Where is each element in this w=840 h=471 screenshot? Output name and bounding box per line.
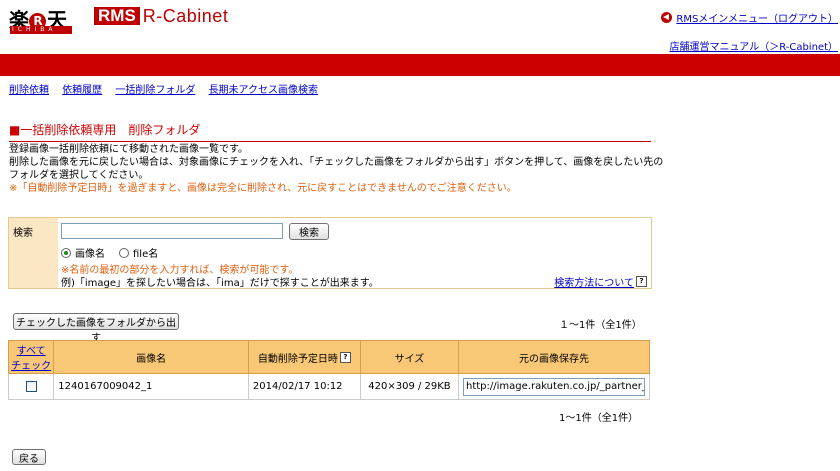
check-all-header[interactable]: すべて チェック bbox=[7, 340, 55, 374]
search-example: 例)「image」を探したい場合は、「ima」だけで探すことが出来ます。 bbox=[61, 278, 379, 289]
origin-url-field[interactable]: http://image.rakuten.co.jp/_partner_3 bbox=[463, 377, 645, 396]
radio-file-name[interactable] bbox=[119, 247, 129, 258]
desc-line-3: フォルダを選択してください。 bbox=[9, 170, 149, 181]
table-row: 1240167009042_1 2014/02/17 10:12 420×309… bbox=[7, 373, 650, 400]
col-image-name: 画像名 bbox=[53, 340, 249, 374]
nav-delete-request[interactable]: 削除依頼 bbox=[9, 85, 49, 96]
cell-size: 420×309 / 29KB bbox=[359, 373, 460, 400]
cell-auto-delete-date: 2014/02/17 10:12 bbox=[247, 373, 361, 400]
rms-rcabinet-logo: RMS R-Cabinet bbox=[94, 5, 229, 26]
row-checkbox[interactable] bbox=[25, 380, 37, 392]
move-out-button[interactable]: チェックした画像をフォルダから出す bbox=[13, 313, 179, 344]
page-title: ■一括削除依頼専用 削除フォルダ bbox=[9, 121, 651, 142]
nav-request-history[interactable]: 依頼履歴 bbox=[62, 85, 102, 96]
search-howto-link[interactable]: 検索方法について bbox=[554, 274, 634, 289]
result-count-top: １～1件（全1件） bbox=[559, 320, 642, 331]
col-auto-delete-date: 自動削除予定日時? bbox=[247, 340, 361, 374]
search-panel: 検索 検索 画像名 file名 ※名前の最初の部分を入力すれば、検索が可能です。… bbox=[8, 217, 652, 289]
col-origin-folder: 元の画像保存先 bbox=[458, 340, 650, 374]
header-links: RMSメインメニュー（ログアウト） 店舗運営マニュアル（＞R-Cabinet） bbox=[661, 10, 838, 53]
col-size: サイズ bbox=[359, 340, 460, 374]
desc-line-1: 登録画像一括削除依頼にて移動された画像一覧です。 bbox=[9, 144, 248, 155]
manual-link[interactable]: 店舗運営マニュアル（＞R-Cabinet） bbox=[670, 42, 839, 53]
radio-file-name-label: file名 bbox=[133, 249, 159, 260]
nav-unaccessed-image-search[interactable]: 長期未アクセス画像検索 bbox=[209, 85, 319, 96]
help-icon[interactable]: ? bbox=[636, 276, 647, 287]
ichiba-label: ICHIBA bbox=[10, 26, 72, 34]
nav-bulk-delete-folder[interactable]: 一括削除フォルダ bbox=[115, 85, 195, 96]
search-button[interactable]: 検索 bbox=[289, 223, 329, 240]
rms-logo: RMS bbox=[94, 7, 140, 25]
rakuten-ichiba-logo: 楽R天 ICHIBA bbox=[9, 4, 75, 34]
radio-image-name-label: 画像名 bbox=[75, 249, 105, 260]
search-type-radios: 画像名 file名 bbox=[61, 245, 158, 260]
back-button[interactable]: 戻る bbox=[12, 449, 46, 465]
page-description: 登録画像一括削除依頼にて移動された画像一覧です。 削除した画像を元に戻したい場合… bbox=[9, 143, 669, 195]
auto-delete-warning: ※「自動削除予定日時」を過ぎますと、画像は完全に削除され、元に戻すことはできませ… bbox=[9, 183, 517, 194]
header-red-bar bbox=[0, 54, 840, 76]
check-all-link-line2[interactable]: チェック bbox=[11, 361, 51, 372]
cell-image-name: 1240167009042_1 bbox=[53, 373, 249, 400]
app-name: R-Cabinet bbox=[142, 5, 229, 26]
desc-line-2: 削除した画像を元に戻したい場合は、対象画像にチェックを入れ、「チェックした画像を… bbox=[9, 157, 664, 168]
radio-image-name[interactable] bbox=[61, 247, 71, 258]
image-table: すべて チェック 画像名 自動削除予定日時? サイズ 元の画像保存先 12401… bbox=[7, 340, 650, 400]
sub-navigation: 削除依頼 依頼履歴 一括削除フォルダ 長期未アクセス画像検索 bbox=[9, 81, 328, 96]
search-label: 検索 bbox=[9, 218, 58, 288]
date-help-icon[interactable]: ? bbox=[339, 351, 351, 363]
arrow-left-icon bbox=[661, 12, 673, 23]
result-count-bottom: 1～1件（全1件） bbox=[559, 413, 639, 424]
check-all-link-line1[interactable]: すべて bbox=[17, 346, 46, 357]
main-menu-link[interactable]: RMSメインメニュー（ログアウト） bbox=[676, 10, 838, 25]
table-header-row: すべて チェック 画像名 自動削除予定日時? サイズ 元の画像保存先 bbox=[7, 340, 650, 374]
search-input[interactable] bbox=[61, 223, 283, 239]
